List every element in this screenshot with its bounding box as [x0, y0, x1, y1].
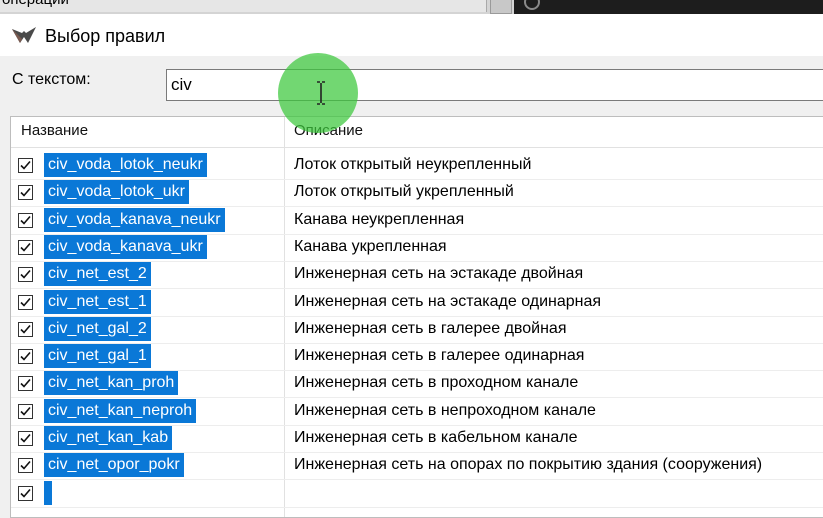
rule-description-cell: Инженерная сеть в галерее двойная [294, 319, 567, 337]
table-row[interactable] [11, 480, 823, 508]
checkmark-icon [20, 461, 31, 470]
rule-name-cell[interactable]: civ_voda_kanava_neukr [44, 207, 225, 232]
rule-name-cell[interactable]: civ_net_gal_1 [44, 344, 151, 369]
checkmark-icon [20, 433, 31, 443]
table-row[interactable]: civ_net_est_1 Инженерная сеть на эстакаде… [11, 289, 823, 317]
background-window-button[interactable] [490, 0, 512, 14]
table-row[interactable]: civ_net_opor_pokr Инженерная сеть на опор… [11, 453, 823, 481]
rule-name-cell[interactable]: civ_net_opor_pokr [44, 453, 184, 478]
background-dark-panel [514, 0, 823, 14]
rule-name-cell[interactable]: civ_voda_lotok_neukr [44, 153, 207, 177]
checkmark-icon [20, 406, 31, 416]
checkmark-icon [20, 324, 31, 334]
row-checkbox[interactable] [18, 158, 33, 173]
rule-description-cell: Инженерная сеть в проходном канале [294, 374, 579, 392]
row-checkbox[interactable] [18, 267, 33, 283]
checkmark-icon [20, 297, 31, 307]
rule-description-cell: Канава неукрепленная [294, 210, 465, 228]
rule-description-cell: Инженерная сеть на опорах по покрытию зд… [294, 456, 763, 474]
rule-name-cell[interactable]: civ_net_kan_proh [44, 371, 179, 396]
checkmark-icon [20, 488, 31, 498]
rule-description-cell: Инженерная сеть в галерее одинарная [294, 347, 585, 365]
dialog-title-bar: Выбор правил [0, 14, 823, 56]
table-row[interactable]: civ_voda_lotok_ukr Лоток открытый укрепле… [11, 180, 823, 208]
rule-name-cell[interactable]: civ_net_gal_2 [44, 316, 151, 341]
row-checkbox[interactable] [18, 212, 33, 228]
checkmark-icon [20, 379, 31, 389]
filter-label: С текстом: [12, 71, 91, 88]
row-checkbox[interactable] [18, 458, 33, 474]
rule-name-cell[interactable]: civ_net_kan_kab [44, 426, 173, 450]
background-window-strip: операции [0, 0, 823, 14]
rule-description-cell: Инженерная сеть на эстакаде одинарная [294, 292, 602, 310]
table-header: Название Описание [11, 117, 823, 148]
table-row[interactable]: civ_net_gal_2 Инженерная сеть в галерее д… [11, 316, 823, 344]
table-row[interactable]: civ_voda_kanava_ukr Канава укрепленная [11, 234, 823, 262]
table-row[interactable]: civ_net_kan_kab Инженерная сеть в кабельн… [11, 426, 823, 453]
checkmark-icon [20, 270, 31, 279]
rules-table: Название Описание civ_voda_lotok_neukr Ло… [10, 116, 823, 518]
table-row[interactable]: civ_net_kan_neproh Инженерная сеть в непр… [11, 398, 823, 426]
row-checkbox[interactable] [18, 321, 33, 337]
row-checkbox[interactable] [18, 294, 33, 310]
checkmark-icon [20, 160, 31, 170]
row-checkbox[interactable] [18, 239, 33, 255]
rule-description-cell: Лоток открытый укрепленный [294, 183, 514, 201]
rule-name-cell[interactable]: civ_net_est_1 [44, 289, 151, 314]
background-window-title: операции [0, 0, 487, 12]
column-header-description[interactable]: Описание [294, 122, 363, 139]
background-window-text: операции [2, 0, 69, 8]
rule-description-cell: Лоток открытый неукрепленный [294, 156, 532, 173]
checkmark-icon [20, 352, 31, 361]
rule-name-cell[interactable]: civ_voda_lotok_ukr [44, 180, 189, 205]
rule-name-cell[interactable]: civ_voda_kanava_ukr [44, 234, 207, 259]
row-checkbox[interactable] [18, 185, 33, 201]
rule-name-cell[interactable]: civ_net_kan_neproh [44, 398, 197, 423]
table-row[interactable]: civ_net_est_2 Инженерная сеть на эстакаде… [11, 262, 823, 290]
row-checkbox[interactable] [18, 403, 33, 419]
table-row[interactable]: civ_voda_kanava_neukr Канава неукрепленна… [11, 207, 823, 235]
app-logo-icon [12, 27, 36, 43]
refresh-icon[interactable] [524, 0, 540, 10]
checkmark-icon [20, 188, 31, 197]
filter-text-input[interactable] [166, 69, 823, 101]
row-checkbox[interactable] [18, 485, 33, 501]
dialog-title: Выбор правил [45, 26, 166, 46]
rule-description-cell: Инженерная сеть в непроходном канале [294, 401, 596, 419]
table-row[interactable]: civ_net_gal_1 Инженерная сеть в галерее о… [11, 344, 823, 372]
checkmark-icon [20, 242, 31, 252]
row-checkbox[interactable] [18, 431, 33, 446]
row-checkbox[interactable] [18, 349, 33, 365]
column-header-name[interactable]: Название [21, 122, 88, 139]
rule-description-cell: Инженерная сеть на эстакаде двойная [294, 265, 584, 283]
row-divider [11, 506, 823, 508]
checkmark-icon [20, 215, 31, 225]
rule-description-cell: Канава укрепленная [294, 237, 447, 255]
rule-name-cell[interactable]: civ_net_est_2 [44, 262, 151, 287]
rule-description-cell: Инженерная сеть в кабельном канале [294, 429, 578, 446]
table-row[interactable]: civ_voda_lotok_neukr Лоток открытый неукр… [11, 153, 823, 180]
row-checkbox[interactable] [18, 376, 33, 392]
table-row[interactable]: civ_net_kan_proh Инженерная сеть в проход… [11, 371, 823, 399]
rule-name-cell[interactable] [44, 480, 52, 505]
